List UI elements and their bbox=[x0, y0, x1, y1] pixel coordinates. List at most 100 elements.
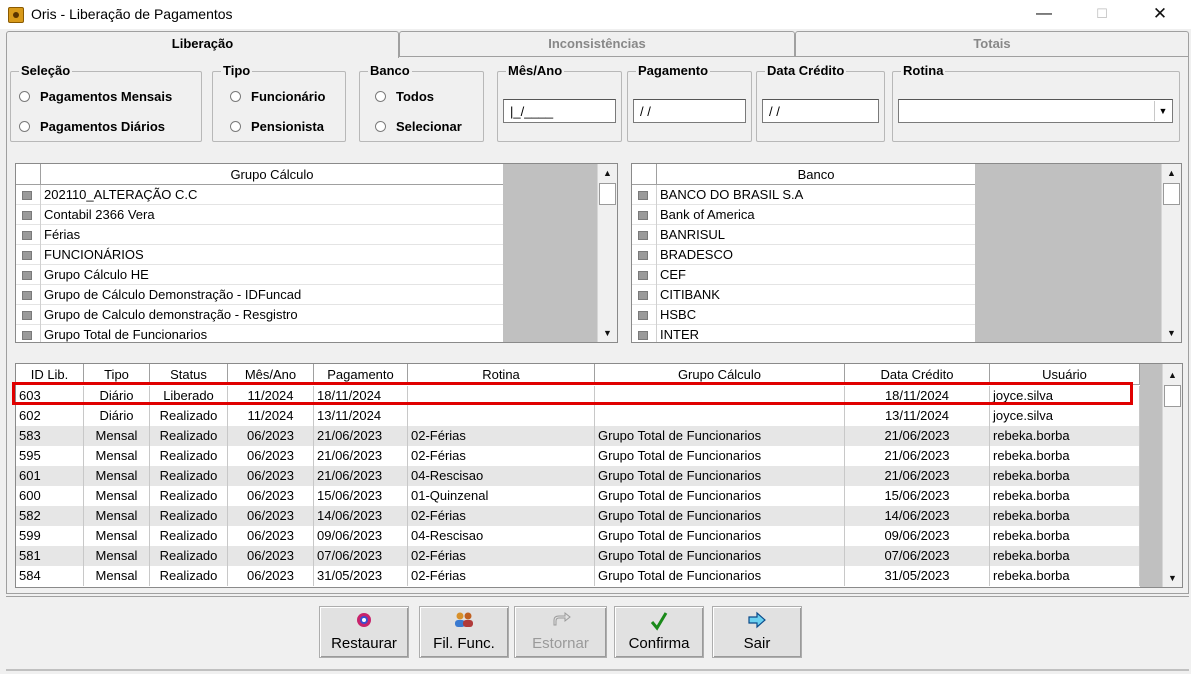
banco-scrollbar[interactable]: ▲ ▼ bbox=[1161, 164, 1181, 342]
scroll-up-icon[interactable]: ▲ bbox=[598, 164, 617, 182]
radio-circle[interactable] bbox=[19, 91, 30, 102]
scroll-up-icon[interactable]: ▲ bbox=[1163, 366, 1182, 384]
grupo-calculo-list-item[interactable]: Férias bbox=[16, 225, 503, 245]
column-header-id-lib[interactable]: ID Lib. bbox=[16, 364, 84, 385]
close-button[interactable]: ✕ bbox=[1137, 0, 1183, 29]
grid-scrollbar[interactable]: ▲ ▼ bbox=[1162, 364, 1182, 587]
estornar-label: Estornar bbox=[532, 635, 589, 652]
fil-func-button[interactable]: Fil. Func. bbox=[419, 606, 509, 658]
column-header-tipo[interactable]: Tipo bbox=[84, 364, 150, 385]
radio-todos[interactable]: Todos bbox=[375, 89, 434, 104]
checkbox[interactable] bbox=[637, 250, 649, 261]
radio-selecionar[interactable]: Selecionar bbox=[375, 119, 462, 134]
scroll-thumb[interactable] bbox=[1164, 385, 1181, 407]
checkbox[interactable] bbox=[637, 290, 649, 301]
table-row[interactable]: 583 Mensal Realizado 06/2023 21/06/2023 02-Fé… bbox=[16, 426, 1140, 446]
checkbox[interactable] bbox=[21, 190, 33, 201]
table-row[interactable]: 599 Mensal Realizado 06/2023 09/06/2023 04-Re… bbox=[16, 526, 1140, 546]
checkbox[interactable] bbox=[637, 230, 649, 241]
banco-list-item[interactable]: Bank of America bbox=[632, 205, 975, 225]
table-row[interactable]: 600 Mensal Realizado 06/2023 15/06/2023 01-Qu… bbox=[16, 486, 1140, 506]
scroll-up-icon[interactable]: ▲ bbox=[1162, 164, 1181, 182]
confirma-button[interactable]: Confirma bbox=[614, 606, 704, 658]
table-row[interactable]: 582 Mensal Realizado 06/2023 14/06/2023 02-Fé… bbox=[16, 506, 1140, 526]
column-header-mes-ano[interactable]: Mês/Ano bbox=[228, 364, 314, 385]
radio-circle[interactable] bbox=[375, 91, 386, 102]
checkbox[interactable] bbox=[637, 270, 649, 281]
banco-list-item[interactable]: BANRISUL bbox=[632, 225, 975, 245]
maximize-button[interactable]: ☐ bbox=[1079, 0, 1125, 29]
mes-ano-input[interactable]: |_/____ bbox=[503, 99, 616, 123]
radio-circle[interactable] bbox=[375, 121, 386, 132]
radio-circle[interactable] bbox=[230, 91, 241, 102]
pagamento-legend: Pagamento bbox=[636, 63, 711, 78]
grupo-calculo-list-item[interactable]: Grupo de Calculo demonstração - Resgistr… bbox=[16, 305, 503, 325]
tab-totais[interactable]: Totais bbox=[795, 31, 1189, 57]
minimize-button[interactable]: — bbox=[1021, 0, 1067, 29]
banco-list-item[interactable]: INTER bbox=[632, 325, 975, 342]
cell-id-lib: 602 bbox=[16, 406, 84, 426]
tab-liberacao[interactable]: Liberação bbox=[6, 31, 399, 58]
column-separator bbox=[656, 185, 657, 205]
radio-funcionario[interactable]: Funcionário bbox=[230, 89, 325, 104]
checkbox[interactable] bbox=[21, 310, 33, 321]
checkbox[interactable] bbox=[21, 330, 33, 341]
table-row[interactable]: 581 Mensal Realizado 06/2023 07/06/2023 02-Fé… bbox=[16, 546, 1140, 566]
grupo-calculo-list-item[interactable]: 202110_ALTERAÇÃO C.C bbox=[16, 185, 503, 205]
table-row[interactable]: 603 Diário Liberado 11/2024 18/11/2024 18/11/… bbox=[16, 386, 1140, 406]
checkbox[interactable] bbox=[21, 290, 33, 301]
checkbox[interactable] bbox=[21, 270, 33, 281]
estornar-button[interactable]: Estornar bbox=[514, 606, 607, 658]
column-header-grupo-calculo[interactable]: Grupo Cálculo bbox=[595, 364, 845, 385]
scroll-down-icon[interactable]: ▼ bbox=[1163, 569, 1182, 587]
table-row[interactable]: 584 Mensal Realizado 06/2023 31/05/2023 02-Fé… bbox=[16, 566, 1140, 586]
cell-usuario: rebeka.borba bbox=[990, 486, 1140, 506]
column-header-status[interactable]: Status bbox=[150, 364, 228, 385]
scroll-thumb[interactable] bbox=[1163, 183, 1180, 205]
chevron-down-icon[interactable]: ▼ bbox=[1154, 101, 1171, 121]
banco-list-item[interactable]: CITIBANK bbox=[632, 285, 975, 305]
radio-pagamentos-diarios[interactable]: Pagamentos Diários bbox=[19, 119, 165, 134]
grupo-calculo-scrollbar[interactable]: ▲ ▼ bbox=[597, 164, 617, 342]
sair-button[interactable]: Sair bbox=[712, 606, 802, 658]
checkbox[interactable] bbox=[21, 230, 33, 241]
pagamento-date-input[interactable]: / / bbox=[633, 99, 746, 123]
grupo-calculo-list-item[interactable]: FUNCIONÁRIOS bbox=[16, 245, 503, 265]
table-row[interactable]: 595 Mensal Realizado 06/2023 21/06/2023 02-Fé… bbox=[16, 446, 1140, 466]
grupo-calculo-list-item[interactable]: Grupo Total de Funcionarios bbox=[16, 325, 503, 342]
data-credito-input[interactable]: / / bbox=[762, 99, 879, 123]
rotina-select[interactable]: ▼ bbox=[898, 99, 1173, 123]
banco-list-item[interactable]: CEF bbox=[632, 265, 975, 285]
radio-pagamentos-mensais[interactable]: Pagamentos Mensais bbox=[19, 89, 172, 104]
scroll-down-icon[interactable]: ▼ bbox=[598, 324, 617, 342]
radio-circle[interactable] bbox=[230, 121, 241, 132]
radio-circle[interactable] bbox=[19, 121, 30, 132]
banco-list-item[interactable]: HSBC bbox=[632, 305, 975, 325]
column-header-rotina[interactable]: Rotina bbox=[408, 364, 595, 385]
checkbox[interactable] bbox=[637, 330, 649, 341]
status-divider bbox=[6, 669, 1189, 671]
banco-list-item[interactable]: BRADESCO bbox=[632, 245, 975, 265]
grupo-calculo-list-item[interactable]: Contabil 2366 Vera bbox=[16, 205, 503, 225]
column-header-data-credito[interactable]: Data Crédito bbox=[845, 364, 990, 385]
table-row[interactable]: 602 Diário Realizado 11/2024 13/11/2024 13/11… bbox=[16, 406, 1140, 426]
cell-data-credito: 07/06/2023 bbox=[845, 546, 990, 566]
checkbox[interactable] bbox=[637, 310, 649, 321]
checkbox[interactable] bbox=[21, 250, 33, 261]
tab-inconsistencias[interactable]: Inconsistências bbox=[399, 31, 795, 57]
grupo-calculo-list-item[interactable]: Grupo Cálculo HE bbox=[16, 265, 503, 285]
scroll-down-icon[interactable]: ▼ bbox=[1162, 324, 1181, 342]
scroll-thumb[interactable] bbox=[599, 183, 616, 205]
column-header-pagamento[interactable]: Pagamento bbox=[314, 364, 408, 385]
table-row[interactable]: 601 Mensal Realizado 06/2023 21/06/2023 04-Re… bbox=[16, 466, 1140, 486]
checkbox[interactable] bbox=[637, 210, 649, 221]
grupo-calculo-list-item[interactable]: Grupo de Cálculo Demonstração - IDFuncad bbox=[16, 285, 503, 305]
checkbox[interactable] bbox=[637, 190, 649, 201]
column-separator bbox=[40, 185, 41, 205]
banco-list-item[interactable]: BANCO DO BRASIL S.A bbox=[632, 185, 975, 205]
restaurar-button[interactable]: Restaurar bbox=[319, 606, 409, 658]
radio-pensionista[interactable]: Pensionista bbox=[230, 119, 324, 134]
column-header-usuario[interactable]: Usuário bbox=[990, 364, 1140, 385]
checkbox[interactable] bbox=[21, 210, 33, 221]
column-separator bbox=[40, 225, 41, 245]
